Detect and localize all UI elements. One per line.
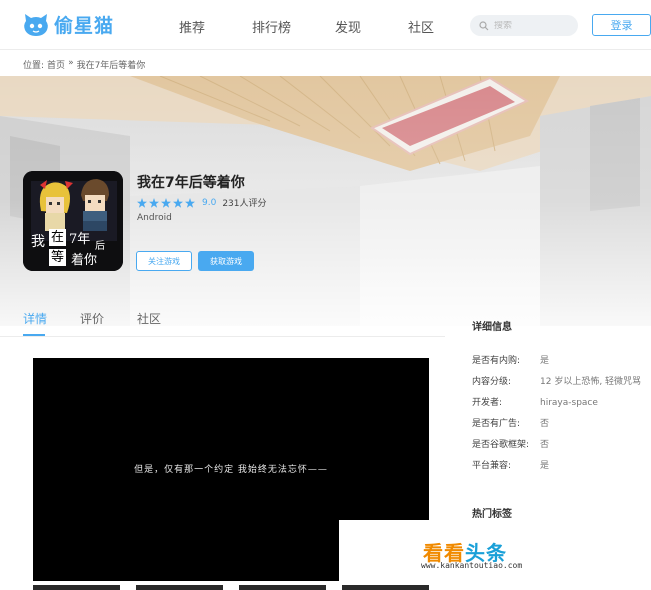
detail-value: 否: [540, 440, 550, 450]
breadcrumb-separator: »: [68, 58, 74, 68]
detail-value: 12 岁以上恐怖, 轻微咒骂: [540, 377, 642, 387]
detail-row-google-framework: 是否谷歌框架: 否: [472, 437, 549, 450]
video-thumbnail[interactable]: [342, 585, 429, 590]
detail-value: hiraya-space: [540, 398, 598, 408]
detail-key: 是否有内购:: [472, 356, 521, 366]
tabs-divider: [0, 336, 445, 337]
video-thumbnail[interactable]: [136, 585, 223, 590]
logo-text: 偷星猫: [54, 15, 115, 37]
nav-discover[interactable]: 发现: [335, 17, 361, 36]
tab-details[interactable]: 详情: [23, 310, 47, 327]
detail-key: 平台兼容:: [472, 461, 512, 471]
hot-tags-heading: 热门标签: [472, 509, 512, 520]
icon-text-1: 我: [31, 234, 45, 250]
icon-text-5: 等: [49, 249, 66, 266]
detail-key: 内容分级:: [472, 377, 512, 387]
video-thumbnails: [33, 585, 429, 590]
detail-key: 是否谷歌框架:: [472, 440, 530, 450]
rating-stars: [137, 197, 195, 208]
detail-value: 是: [540, 356, 550, 366]
star-icon: [161, 197, 171, 208]
video-subtitle: 但是，仅有那一个约定 我始终无法忘怀——: [134, 465, 328, 475]
breadcrumb-current: 我在7年后等着你: [76, 61, 146, 71]
tab-reviews[interactable]: 评价: [80, 310, 104, 327]
search-icon: [479, 20, 489, 30]
search-box[interactable]: [470, 15, 578, 36]
platform-label: Android: [137, 213, 172, 223]
star-icon: [185, 197, 195, 208]
site-logo[interactable]: 偷星猫: [22, 11, 114, 38]
game-title: 我在7年后等着你: [137, 175, 245, 191]
icon-text-3: 7年: [69, 232, 91, 247]
tab-community[interactable]: 社区: [137, 310, 161, 327]
login-button[interactable]: 登录: [592, 14, 651, 36]
watermark-url: www.kankantoutiao.com: [421, 561, 523, 570]
rating-count: 231人评分: [222, 199, 267, 209]
cat-logo-icon: [24, 13, 48, 36]
site-header: 偷星猫 推荐 排行榜 发现 社区 登录: [0, 0, 651, 50]
video-thumbnail[interactable]: [239, 585, 326, 590]
detail-key: 是否有广告:: [472, 419, 521, 429]
detail-value: 否: [540, 419, 550, 429]
nav-recommend[interactable]: 推荐: [179, 17, 205, 36]
nav-community[interactable]: 社区: [408, 17, 434, 36]
detail-row-ads: 是否有广告: 否: [472, 416, 549, 429]
detail-row-developer: 开发者: hiraya-space: [472, 395, 598, 408]
star-icon: [173, 197, 183, 208]
icon-text-6: 着你: [71, 253, 98, 268]
get-game-button[interactable]: 获取游戏: [198, 251, 254, 271]
search-input[interactable]: [494, 20, 574, 31]
detail-row-in-app-purchase: 是否有内购: 是: [472, 353, 549, 366]
follow-game-button[interactable]: 关注游戏: [136, 251, 192, 271]
nav-ranking[interactable]: 排行榜: [252, 17, 291, 36]
breadcrumb: 位置: 首页 » 我在7年后等着你: [23, 58, 145, 71]
star-icon: [137, 197, 147, 208]
game-icon: 我 在 7年 后 等 着你: [23, 171, 123, 271]
detail-row-compatibility: 平台兼容: 是: [472, 458, 549, 471]
detail-row-content-rating: 内容分级: 12 岁以上恐怖, 轻微咒骂: [472, 374, 641, 387]
icon-text-2: 在: [49, 229, 66, 246]
watermark: 看看头条 www.kankantoutiao.com: [339, 520, 644, 582]
video-thumbnail[interactable]: [33, 585, 120, 590]
rating-score: 9.0: [202, 197, 217, 208]
rating-row: 9.0 231人评分: [137, 196, 267, 209]
detail-key: 开发者:: [472, 398, 503, 408]
breadcrumb-home[interactable]: 首页: [47, 58, 65, 71]
breadcrumb-prefix: 位置:: [23, 61, 45, 71]
details-heading: 详细信息: [472, 322, 512, 333]
detail-value: 是: [540, 461, 550, 471]
star-icon: [149, 197, 159, 208]
